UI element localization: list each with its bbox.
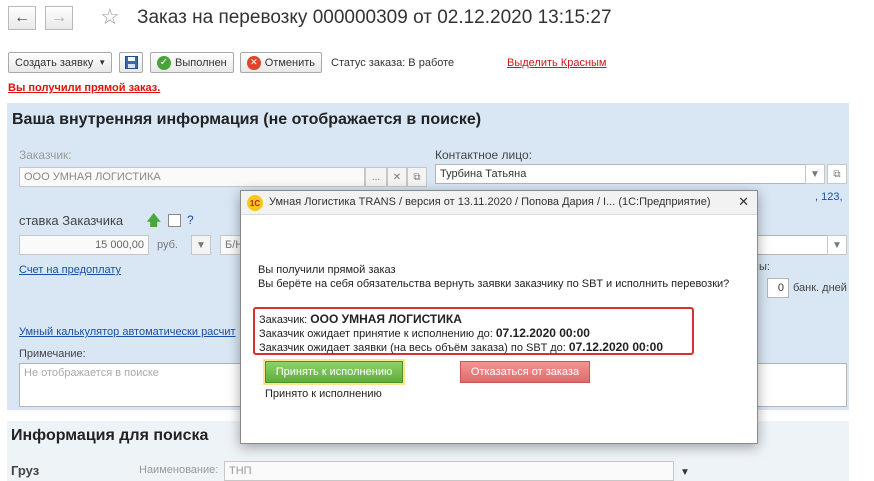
done-button[interactable]: ✓ Выполнен (150, 52, 234, 73)
highlight-red-link[interactable]: Выделить Красным (507, 57, 607, 69)
cargo-name-label: Наименование: (139, 464, 219, 476)
rate-label: ставка Заказчика (19, 213, 124, 228)
code-hint: , 123, (815, 191, 843, 203)
customer-name: ООО УМНАЯ ЛОГИСТИКА (310, 312, 462, 326)
rate-checkbox[interactable] (168, 214, 181, 227)
requests-deadline-prefix: Заказчик ожидает заявки (на весь объём з… (259, 342, 569, 354)
contact-label: Контактное лицо: (435, 148, 532, 162)
search-info-heading: Информация для поиска (11, 427, 209, 444)
chevron-down-icon[interactable]: ▼ (805, 164, 825, 184)
star-icon[interactable]: ☆ (100, 4, 120, 30)
help-icon[interactable]: ? (187, 213, 194, 227)
dialog-title: Умная Логистика TRANS / версия от 13.11.… (269, 196, 711, 208)
cargo-label: Груз (11, 463, 40, 478)
chevron-down-icon[interactable]: ▼ (827, 235, 847, 255)
accept-order-button[interactable]: Принять к исполнению (263, 359, 405, 385)
forward-button[interactable]: → (45, 6, 73, 30)
open-icon[interactable]: ⧉ (407, 167, 427, 187)
clear-icon[interactable]: ✕ (387, 167, 407, 187)
back-button[interactable]: ← (8, 6, 36, 30)
arrow-left-icon: ← (14, 9, 30, 26)
days-unit: банк. дней (793, 282, 847, 294)
open-icon[interactable]: ⧉ (827, 164, 847, 184)
close-icon[interactable]: ✕ (738, 194, 749, 210)
days-field[interactable]: 0 (767, 278, 789, 298)
dialog-message-line1: Вы получили прямой заказ (258, 264, 396, 276)
select-button[interactable]: ... (365, 167, 387, 187)
calculator-link[interactable]: Умный калькулятор автоматически расчит (19, 326, 236, 338)
accepted-status-text: Принято к исполнению (265, 388, 382, 400)
arrow-up-icon[interactable]: 🡅 (146, 210, 161, 235)
1c-logo-icon: 1С (247, 195, 263, 211)
customer-prefix: Заказчик: (259, 314, 311, 326)
save-button[interactable] (119, 52, 143, 73)
cargo-name-field[interactable]: ТНП (224, 461, 674, 481)
sort-down-icon[interactable]: ▼ (680, 467, 690, 478)
contact-field[interactable]: Турбина Татьяна (435, 164, 825, 184)
create-request-button[interactable]: Создать заявку ▼ (8, 52, 112, 73)
refuse-order-button[interactable]: Отказаться от заказа (460, 361, 590, 383)
dialog-titlebar: 1С Умная Логистика TRANS / версия от 13.… (241, 191, 757, 215)
customer-label: Заказчик: (19, 148, 72, 162)
arrow-right-icon: → (51, 9, 67, 26)
requests-deadline: 07.12.2020 00:00 (568, 340, 664, 354)
create-request-label: Создать заявку (15, 56, 94, 69)
done-label: Выполнен (175, 56, 227, 69)
floppy-icon (124, 56, 138, 69)
direct-order-alert[interactable]: Вы получили прямой заказ. (8, 82, 160, 94)
accept-deadline-prefix: Заказчик ожидает принятие к исполнению д… (259, 328, 496, 340)
rate-field[interactable]: 15 000,00 (19, 235, 149, 255)
order-deadlines-box: Заказчик: ООО УМНАЯ ЛОГИСТИКА Заказчик о… (253, 307, 694, 355)
cancel-icon: ✕ (247, 55, 261, 70)
accept-deadline: 07.12.2020 00:00 (495, 326, 590, 340)
cancel-order-button[interactable]: ✕ Отменить (240, 52, 322, 73)
days-label: ы: (759, 261, 770, 273)
order-status: Статус заказа: В работе (331, 57, 455, 69)
dialog-message-line2: Вы берёте на себя обязательства вернуть … (258, 278, 730, 290)
internal-info-heading: Ваша внутренняя информация (не отображае… (12, 111, 482, 128)
chevron-down-icon: ▼ (98, 58, 107, 67)
check-icon: ✓ (157, 55, 171, 70)
note-label: Примечание: (19, 348, 86, 360)
direct-order-dialog: 1С Умная Логистика TRANS / версия от 13.… (240, 190, 758, 444)
chevron-down-icon[interactable]: ▼ (191, 235, 211, 255)
currency-label: руб. (157, 239, 178, 251)
customer-field[interactable]: ООО УМНАЯ ЛОГИСТИКА (19, 167, 365, 187)
invoice-link[interactable]: Счет на предоплату (19, 264, 121, 276)
cancel-label: Отменить (264, 56, 315, 69)
page-title: Заказ на перевозку 000000309 от 02.12.20… (137, 7, 612, 28)
